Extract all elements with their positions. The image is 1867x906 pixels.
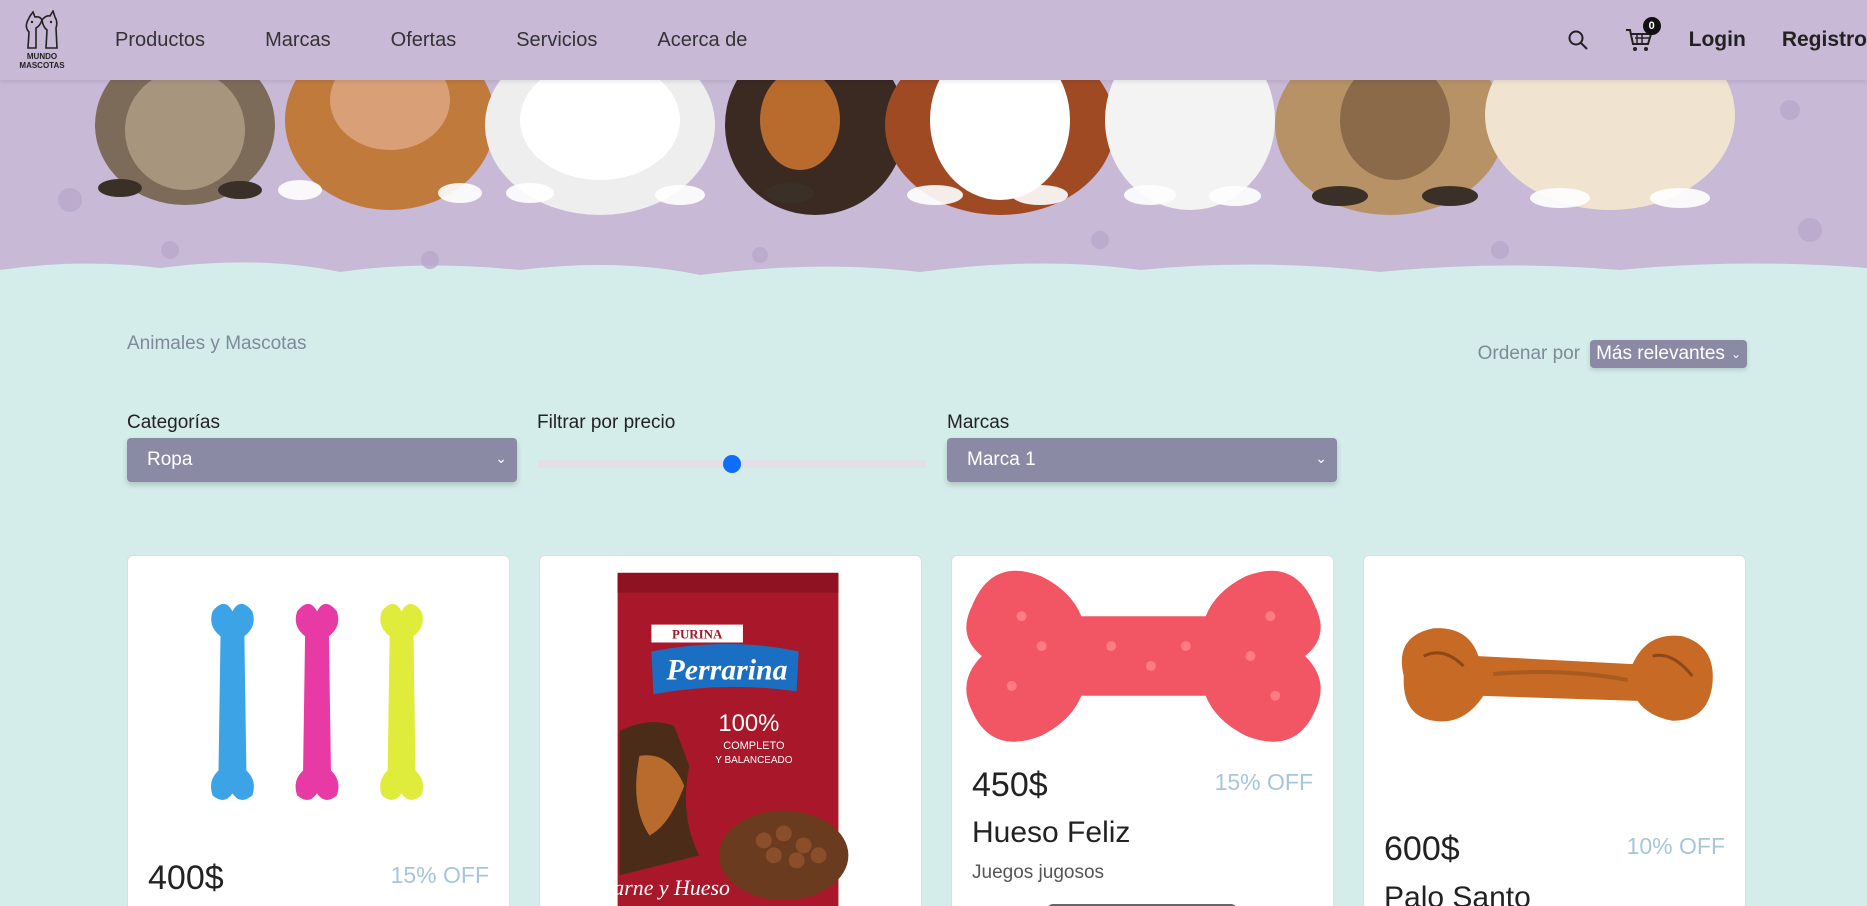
product-price: 600$ <box>1384 830 1460 868</box>
product-discount: 10% OFF <box>1626 833 1725 859</box>
bag-flavor-text: Carne y Hueso <box>599 876 730 900</box>
product-price: 450$ <box>972 766 1048 804</box>
dog-food-bag-icon: PURINA Perrarina 100% COMPLETO Y BALANCE… <box>599 572 849 906</box>
brands-label: Marcas <box>947 412 1010 433</box>
login-link[interactable]: Login <box>1689 28 1746 52</box>
product-card[interactable]: 600$ 10% OFF Palo Santo <box>1363 555 1746 906</box>
nav-servicios[interactable]: Servicios <box>516 29 597 52</box>
categories-select-value: Ropa <box>147 449 193 470</box>
nav-right: 0 Login Registro <box>1567 0 1867 80</box>
product-price: 400$ <box>148 859 224 897</box>
colorful-bones-icon <box>211 603 424 800</box>
register-link[interactable]: Registro <box>1782 28 1867 52</box>
price-range-slider[interactable] <box>537 455 927 473</box>
chevron-down-icon: ⌄ <box>495 450 507 466</box>
price-slider-thumb[interactable] <box>723 455 741 473</box>
product-title: Hueso Feliz <box>972 816 1131 849</box>
logo-text-2: MASCOTAS <box>19 61 65 70</box>
cart-count-badge: 0 <box>1642 17 1661 35</box>
bag-name-text: Perrarina <box>666 653 788 686</box>
sort-label: Ordenar por <box>1477 343 1581 364</box>
product-discount: 15% OFF <box>1214 769 1313 795</box>
pets-banner <box>0 80 1867 290</box>
bag-claim-3-text: Y BALANCEADO <box>715 755 792 766</box>
nav-productos[interactable]: Productos <box>115 29 205 52</box>
price-filter-label: Filtrar por precio <box>537 412 676 433</box>
product-subtitle: Juegos jugosos <box>972 862 1105 883</box>
product-card[interactable]: 450$ 15% OFF Hueso Feliz Juegos jugosos <box>951 555 1334 906</box>
logo[interactable]: MUNDO MASCOTAS <box>14 10 70 72</box>
brands-select-value: Marca 1 <box>967 449 1036 470</box>
categories-select[interactable]: Ropa ⌄ <box>127 438 517 482</box>
product-title: Palo Santo <box>1384 881 1531 906</box>
breadcrumb[interactable]: Animales y Mascotas <box>127 333 307 355</box>
nav-acerca-de[interactable]: Acerca de <box>657 29 747 52</box>
chevron-down-icon: ⌄ <box>1730 347 1741 361</box>
sort-select-value: Más relevantes <box>1596 343 1725 364</box>
pets-lineup-image <box>0 80 1867 290</box>
bag-brand-text: PURINA <box>672 627 723 642</box>
chevron-down-icon: ⌄ <box>1315 450 1327 466</box>
sort-select[interactable]: Más relevantes ⌄ <box>1590 340 1747 368</box>
pets-logo-icon <box>25 10 58 49</box>
cart-button[interactable]: 0 <box>1625 17 1661 53</box>
bag-claim-2-text: COMPLETO <box>723 740 784 752</box>
product-card[interactable]: 400$ 15% OFF <box>127 555 510 906</box>
product-card[interactable]: PURINA Perrarina 100% COMPLETO Y BALANCE… <box>539 555 922 906</box>
chew-bone-icon <box>1401 628 1713 722</box>
nav-marcas[interactable]: Marcas <box>265 29 331 52</box>
navbar: MUNDO MASCOTAS Productos Marcas Ofertas … <box>0 0 1867 80</box>
brands-select[interactable]: Marca 1 ⌄ <box>947 438 1337 482</box>
logo-text-1: MUNDO <box>26 52 58 61</box>
sort-control: Ordenar por Más relevantes ⌄ <box>1478 340 1747 368</box>
spiky-bone-icon <box>966 570 1321 742</box>
nav-links: Productos Marcas Ofertas Servicios Acerc… <box>115 0 807 80</box>
search-icon[interactable] <box>1567 29 1589 51</box>
nav-ofertas[interactable]: Ofertas <box>391 29 457 52</box>
product-discount: 15% OFF <box>390 862 489 888</box>
categories-label: Categorías <box>127 412 220 433</box>
bag-claim-1-text: 100% <box>718 710 779 737</box>
